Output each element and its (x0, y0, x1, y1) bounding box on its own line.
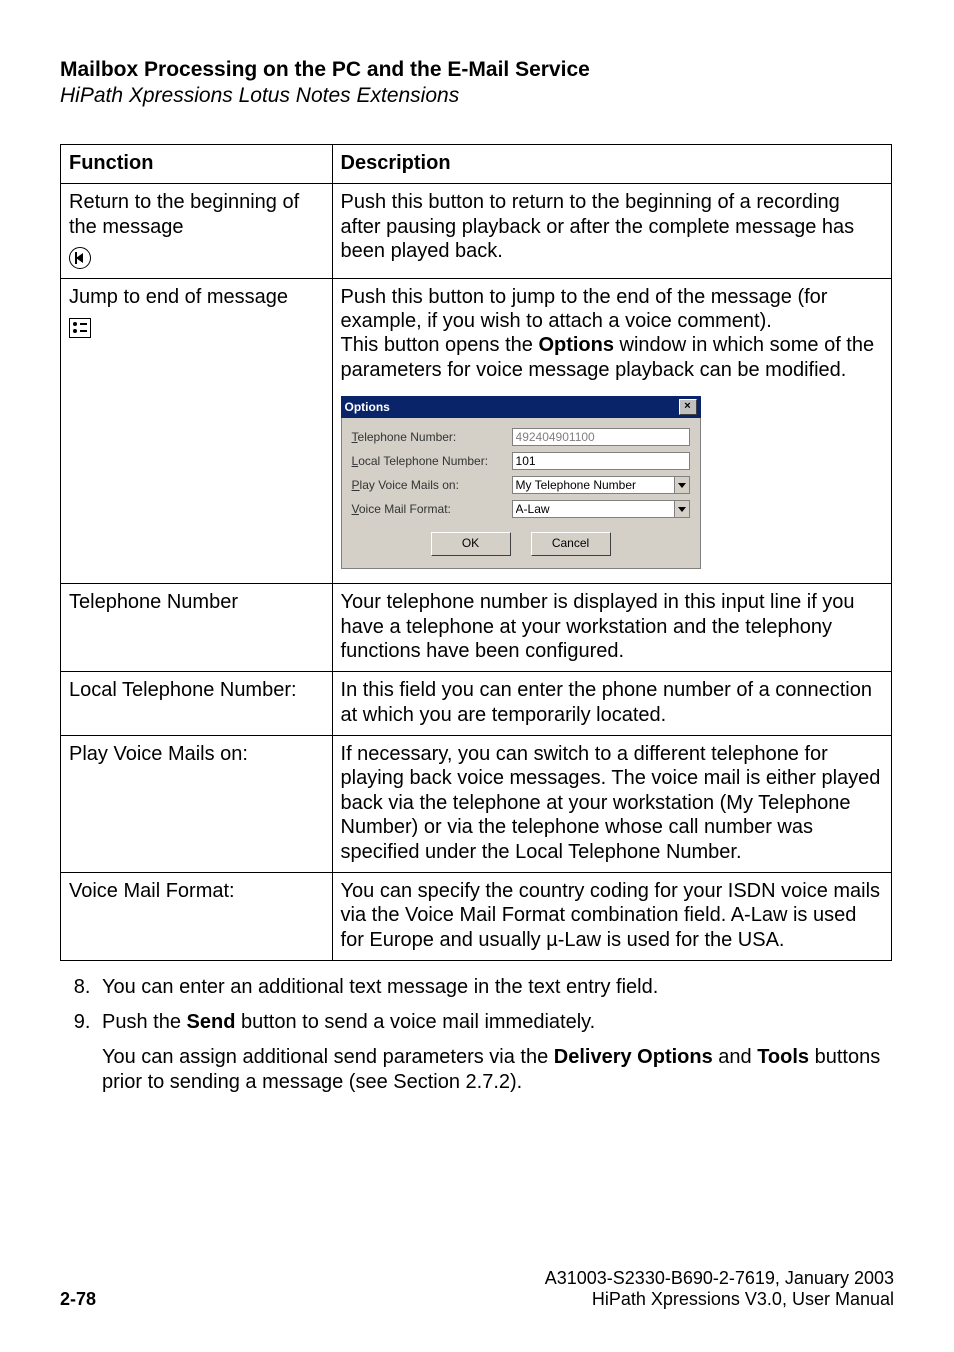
cancel-button[interactable]: Cancel (531, 532, 611, 556)
function-table: Function Description Return to the begin… (60, 144, 892, 961)
text-bold: Send (187, 1011, 236, 1033)
cell-function: Voice Mail Format: (61, 873, 333, 961)
text: button to send a voice mail immediately. (235, 1011, 595, 1033)
local-telephone-input[interactable] (512, 452, 690, 470)
play-voice-label: Play Voice Mails on: (352, 478, 512, 493)
dialog-row-voice-format: Voice Mail Format: (352, 500, 690, 518)
local-telephone-label: Local Telephone Number: (352, 454, 512, 469)
dialog-titlebar: Options × (341, 396, 701, 418)
text-bold: Delivery Options (554, 1046, 713, 1068)
list-item: Push the Send button to send a voice mai… (96, 1010, 894, 1035)
cell-description: You can specify the country coding for y… (332, 873, 891, 961)
dialog-title-text: Options (345, 400, 390, 415)
page-subheading: HiPath Xpressions Lotus Notes Extensions (60, 84, 894, 108)
cell-description: In this field you can enter the phone nu… (332, 672, 891, 736)
cell-function: Local Telephone Number: (61, 672, 333, 736)
cell-description: Push this button to jump to the end of t… (332, 278, 891, 584)
table-row: Voice Mail Format: You can specify the c… (61, 873, 892, 961)
cell-function: Return to the beginning of the message (61, 184, 333, 278)
table-row: Return to the beginning of the message P… (61, 184, 892, 278)
dialog-row-telephone: Telephone Number: (352, 428, 690, 446)
ok-button[interactable]: OK (431, 532, 511, 556)
dialog-body: Telephone Number: Local Telephone Number… (341, 418, 701, 569)
paragraph: You can assign additional send parameter… (102, 1045, 894, 1095)
voice-format-label: Voice Mail Format: (352, 502, 512, 517)
telephone-label: Telephone Number: (352, 430, 512, 445)
doc-id: A31003-S2330-B690-2-7619, January 2003 (545, 1268, 894, 1289)
page-heading: Mailbox Processing on the PC and the E-M… (60, 58, 894, 82)
text: and (713, 1046, 757, 1068)
cell-description: If necessary, you can switch to a differ… (332, 736, 891, 873)
play-voice-select[interactable] (512, 476, 674, 494)
dialog-row-play-voice: Play Voice Mails on: (352, 476, 690, 494)
cell-function: Play Voice Mails on: (61, 736, 333, 873)
text-bold: Tools (757, 1046, 809, 1068)
chevron-down-icon[interactable] (674, 476, 690, 494)
table-row: Local Telephone Number: In this field yo… (61, 672, 892, 736)
col-header-function: Function (61, 145, 333, 184)
list-item: You can enter an additional text message… (96, 975, 894, 1000)
cell-description: Your telephone number is displayed in th… (332, 584, 891, 672)
function-label: Return to the beginning of the message (69, 191, 299, 237)
close-icon[interactable]: × (679, 399, 697, 415)
table-row: Play Voice Mails on: If necessary, you c… (61, 736, 892, 873)
rewind-icon (69, 247, 91, 269)
numbered-steps: You can enter an additional text message… (60, 975, 894, 1035)
chevron-down-icon[interactable] (674, 500, 690, 518)
page-number: 2-78 (60, 1289, 96, 1310)
telephone-input[interactable] (512, 428, 690, 446)
page-footer: 2-78 A31003-S2330-B690-2-7619, January 2… (60, 1268, 894, 1310)
options-dialog: Options × Telephone Number: Local Teleph… (341, 396, 701, 569)
cell-description: Push this button to return to the beginn… (332, 184, 891, 278)
cell-function: Telephone Number (61, 584, 333, 672)
function-label: Jump to end of message (69, 286, 288, 308)
col-header-description: Description (332, 145, 891, 184)
doc-title: HiPath Xpressions V3.0, User Manual (545, 1289, 894, 1310)
voice-format-select[interactable] (512, 500, 674, 518)
dialog-row-local-telephone: Local Telephone Number: (352, 452, 690, 470)
options-icon (69, 318, 91, 338)
table-row: Telephone Number Your telephone number i… (61, 584, 892, 672)
text: Push the (102, 1011, 187, 1033)
text: You can assign additional send parameter… (102, 1046, 554, 1068)
cell-function: Jump to end of message (61, 278, 333, 584)
desc-bold: Options (538, 334, 614, 356)
table-row: Jump to end of message Push this button … (61, 278, 892, 584)
table-header-row: Function Description (61, 145, 892, 184)
